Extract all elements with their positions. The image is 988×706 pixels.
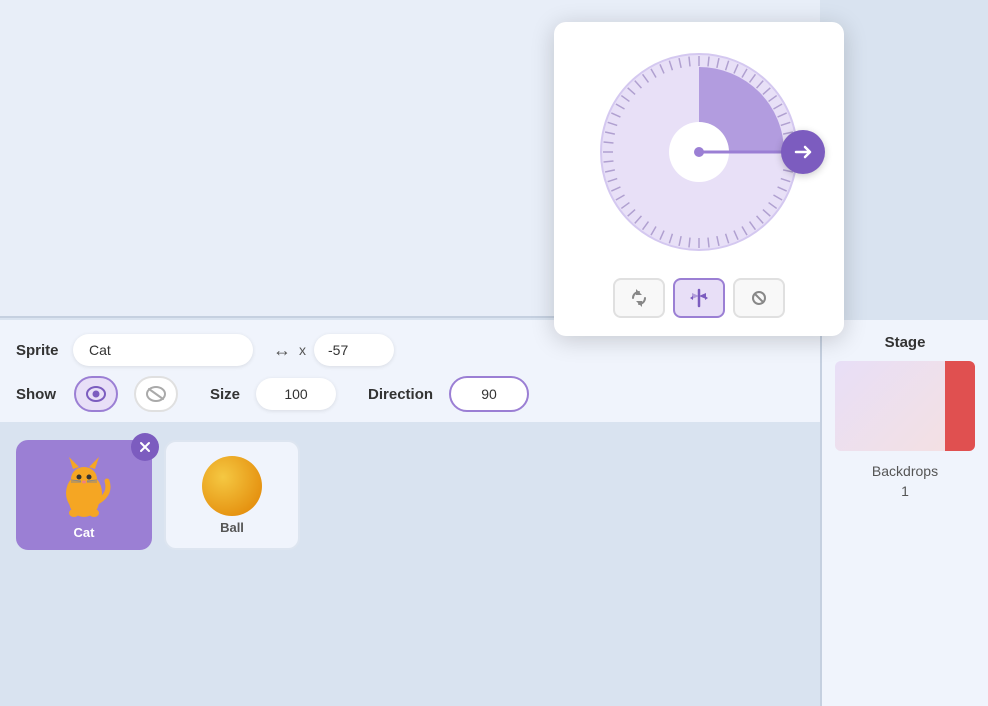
ball-label: Ball xyxy=(220,520,244,535)
stage-label: Stage xyxy=(885,334,926,351)
popup-controls xyxy=(574,278,824,318)
size-label: Size xyxy=(210,386,240,403)
sprite-thumb-cat[interactable]: Cat xyxy=(16,440,152,550)
ball-sprite-image xyxy=(202,456,262,516)
flip-horizontal-button[interactable] xyxy=(673,278,725,318)
sprite-row: Sprite ↔ x xyxy=(16,334,804,366)
sprite-thumb-ball[interactable]: Ball xyxy=(164,440,300,550)
x-label: x xyxy=(299,342,306,358)
xy-group: ↔ x xyxy=(273,334,394,366)
direction-dial[interactable] xyxy=(589,42,809,262)
cat-sprite-image xyxy=(49,451,119,521)
stage-panel: Stage Backdrops 1 xyxy=(820,320,988,706)
dial-wrapper xyxy=(589,42,809,262)
dial-container xyxy=(574,42,824,262)
sprite-label: Sprite xyxy=(16,342,61,359)
size-input[interactable] xyxy=(256,378,336,410)
delete-sprite-button[interactable] xyxy=(131,433,159,461)
cat-label: Cat xyxy=(74,525,95,540)
backdrops-count: 1 xyxy=(901,483,909,499)
sprite-list: Cat Ball xyxy=(0,430,820,560)
show-visible-button[interactable] xyxy=(74,376,118,412)
direction-arrow-button[interactable] xyxy=(781,130,825,174)
props-row: Show Size Direction xyxy=(16,376,804,412)
arrows-icon: ↔ xyxy=(273,340,291,361)
sprite-name-input[interactable] xyxy=(73,334,253,366)
show-hidden-button[interactable] xyxy=(134,376,178,412)
backdrops-label: Backdrops xyxy=(872,463,938,479)
no-rotate-button[interactable] xyxy=(733,278,785,318)
show-label: Show xyxy=(16,386,58,403)
direction-input[interactable] xyxy=(449,376,529,412)
rotate-button[interactable] xyxy=(613,278,665,318)
direction-label: Direction xyxy=(368,386,433,403)
x-input[interactable] xyxy=(314,334,394,366)
stage-thumbnail[interactable] xyxy=(835,361,975,451)
direction-popup xyxy=(554,22,844,336)
stage-thumb-red-stripe xyxy=(945,361,975,451)
